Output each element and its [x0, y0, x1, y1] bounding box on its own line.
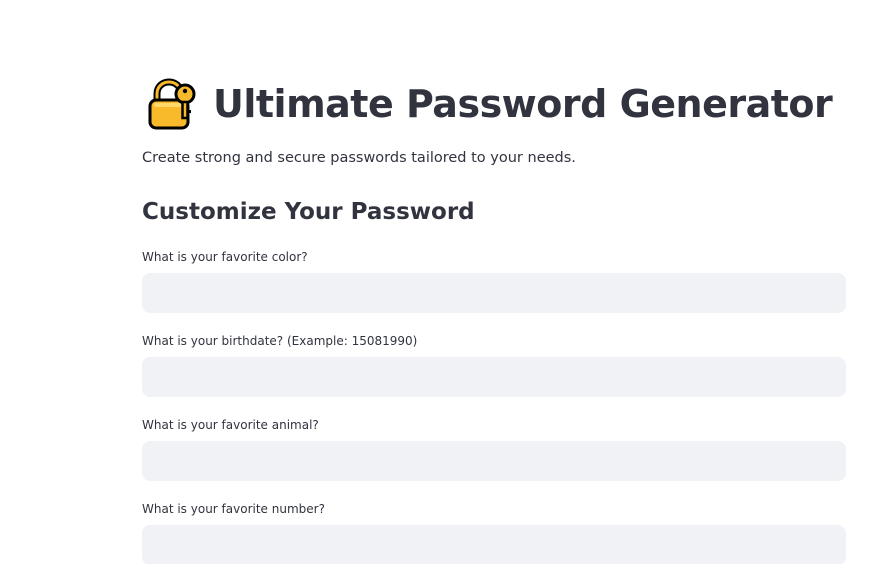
birthdate-input[interactable] [142, 357, 846, 397]
favorite-animal-label: What is your favorite animal? [142, 418, 319, 432]
page-subtitle: Create strong and secure passwords tailo… [142, 150, 576, 166]
birthdate-label: What is your birthdate? (Example: 150819… [142, 334, 418, 348]
app-root: Ultimate Password Generator Create stron… [0, 0, 885, 564]
favorite-color-field: What is your favorite color? [142, 249, 846, 313]
page-header: Ultimate Password Generator [142, 76, 833, 132]
locked-with-key-icon [148, 78, 196, 130]
favorite-number-input[interactable] [142, 525, 846, 564]
favorite-color-input[interactable] [142, 273, 846, 313]
favorite-color-label: What is your favorite color? [142, 250, 308, 264]
section-title: Customize Your Password [142, 199, 475, 225]
favorite-number-label: What is your favorite number? [142, 502, 325, 516]
birthdate-field: What is your birthdate? (Example: 150819… [142, 333, 846, 397]
favorite-animal-input[interactable] [142, 441, 846, 481]
favorite-animal-field: What is your favorite animal? [142, 417, 846, 481]
page-title: Ultimate Password Generator [213, 82, 833, 126]
favorite-number-field: What is your favorite number? [142, 501, 846, 564]
